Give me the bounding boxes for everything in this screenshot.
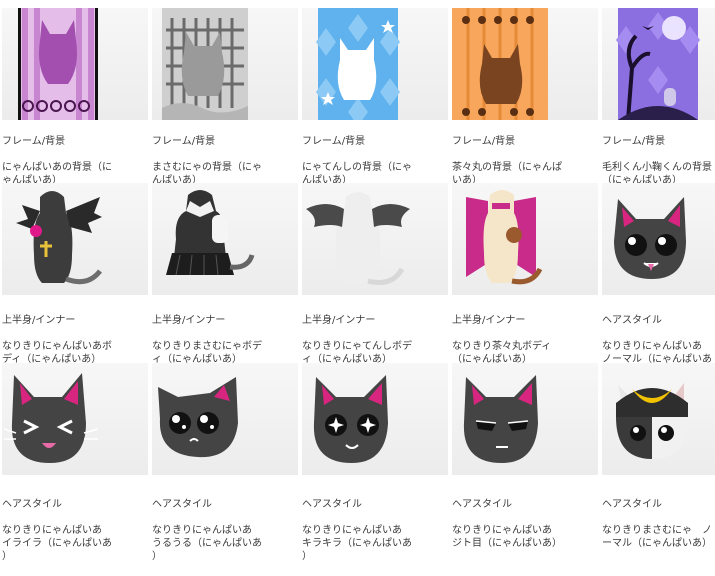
body-top-thumbnail[interactable]	[452, 183, 598, 295]
item-name: なりきりにゃんぱいあ ジト目（にゃんぱいあ）	[452, 525, 562, 549]
item-card[interactable]: 上半身/インナー なりきりにゃんぱいあボ ディ（にゃんぱいあ）	[2, 183, 152, 365]
item-category: 上半身/インナー	[152, 315, 226, 326]
body-top-icon	[466, 190, 543, 285]
item-card[interactable]: フレーム/背景 茶々丸の背景（にゃんぱ いあ）	[452, 0, 602, 186]
item-card[interactable]: フレーム/背景 にゃてんしの背景（にゃ んぱいあ）	[302, 0, 452, 186]
item-category: 上半身/インナー	[2, 315, 76, 326]
item-category: フレーム/背景	[452, 136, 516, 147]
item-category: 上半身/インナー	[302, 315, 376, 326]
item-caption: ヘアスタイル なりきりにゃんぱいあ キラキラ（にゃんぱいあ ）	[302, 485, 448, 576]
body-top-thumbnail[interactable]	[2, 183, 148, 295]
frame-background-thumbnail[interactable]	[2, 8, 148, 120]
item-category: ヘアスタイル	[452, 499, 512, 510]
hairstyle-thumbnail[interactable]	[2, 363, 148, 475]
hairstyle-thumbnail[interactable]	[602, 363, 715, 475]
hairstyle-icon	[3, 373, 99, 463]
item-card[interactable]: ヘアスタイル なりきりにゃんぱいあ イライラ（にゃんぱいあ ）	[2, 363, 152, 562]
item-card[interactable]: フレーム/背景 にゃんぱいあの背景（に ゃんぱいあ）	[2, 0, 152, 186]
body-top-icon	[16, 191, 102, 285]
hairstyle-icon	[158, 377, 238, 458]
item-caption: ヘアスタイル なりきりにゃんぱいあ イライラ（にゃんぱいあ ）	[2, 485, 148, 576]
body-top-thumbnail[interactable]	[152, 183, 298, 295]
item-category: フレーム/背景	[602, 136, 666, 147]
item-caption: ヘアスタイル なりきりにゃんぱいあ ジト目（にゃんぱいあ）	[452, 485, 598, 563]
item-category: ヘアスタイル	[302, 499, 362, 510]
frame-background-thumbnail[interactable]	[452, 8, 598, 120]
frame-background-thumbnail[interactable]	[302, 8, 448, 120]
item-caption: ヘアスタイル なりきりにゃんぱいあ うるうる（にゃんぱいあ ）	[152, 485, 298, 576]
hairstyle-thumbnail[interactable]	[152, 363, 298, 475]
item-category: ヘアスタイル	[602, 499, 662, 510]
item-category: フレーム/背景	[152, 136, 216, 147]
item-category: フレーム/背景	[302, 136, 366, 147]
item-card[interactable]: 上半身/インナー なりきり茶々丸ボディ （にゃんぱいあ）	[452, 183, 602, 365]
frame-background-icon	[616, 8, 700, 120]
frame-background-icon	[316, 8, 400, 120]
item-name: なりきりにゃんぱいあ キラキラ（にゃんぱいあ ）	[302, 525, 412, 562]
body-top-icon	[306, 192, 410, 285]
item-name: なりきりにゃんぱいあ うるうる（にゃんぱいあ ）	[152, 525, 262, 562]
item-card[interactable]: フレーム/背景 毛利くん小鞠くんの背景 （にゃんぱいあ）	[602, 0, 715, 186]
frame-background-icon	[452, 8, 548, 120]
hairstyle-icon	[615, 383, 689, 459]
frame-background-thumbnail[interactable]	[152, 8, 298, 120]
hairstyle-icon	[463, 375, 538, 463]
item-caption: ヘアスタイル なりきりまさむにゃ ノ ーマル（にゃんぱいあ）	[602, 485, 715, 563]
item-card[interactable]: ヘアスタイル なりきりにゃんぱいあ ジト目（にゃんぱいあ）	[452, 363, 602, 549]
item-name: なりきりにゃんぱいあ イライラ（にゃんぱいあ ）	[2, 525, 112, 562]
item-grid: フレーム/背景 にゃんぱいあの背景（に ゃんぱいあ） フレーム/背景 まさむにゃ…	[0, 0, 715, 562]
hairstyle-thumbnail[interactable]	[302, 363, 448, 475]
hairstyle-thumbnail[interactable]	[452, 363, 598, 475]
item-category: フレーム/背景	[2, 136, 66, 147]
item-category: ヘアスタイル	[2, 499, 62, 510]
item-name: なりきりまさむにゃ ノ ーマル（にゃんぱいあ）	[602, 525, 712, 549]
item-card[interactable]: ヘアスタイル なりきりまさむにゃ ノ ーマル（にゃんぱいあ）	[602, 363, 715, 549]
hairstyle-thumbnail[interactable]	[602, 183, 715, 295]
item-card[interactable]: フレーム/背景 まさむにゃの背景（にゃ んぱいあ）	[152, 0, 302, 186]
frame-background-icon	[162, 8, 248, 120]
item-card[interactable]: ヘアスタイル なりきりにゃんぱいあ キラキラ（にゃんぱいあ ）	[302, 363, 452, 562]
frame-background-thumbnail[interactable]	[602, 8, 715, 120]
hairstyle-icon	[313, 375, 388, 463]
item-card[interactable]: ヘアスタイル なりきりにゃんぱいあ うるうる（にゃんぱいあ ）	[152, 363, 302, 562]
body-top-icon	[166, 190, 255, 276]
item-category: 上半身/インナー	[452, 315, 526, 326]
item-card[interactable]: 上半身/インナー なりきりまさむにゃボデ ィ（にゃんぱいあ）	[152, 183, 302, 365]
frame-background-icon	[18, 8, 98, 120]
item-card[interactable]: ヘアスタイル なりきりにゃんぱいあ ノーマル（にゃんぱいあ ）	[602, 183, 715, 378]
item-category: ヘアスタイル	[152, 499, 212, 510]
body-top-thumbnail[interactable]	[302, 183, 448, 295]
item-card[interactable]: 上半身/インナー なりきりにゃてんしボデ ィ（にゃんぱいあ）	[302, 183, 452, 365]
item-category: ヘアスタイル	[602, 315, 662, 326]
hairstyle-icon	[614, 197, 686, 279]
